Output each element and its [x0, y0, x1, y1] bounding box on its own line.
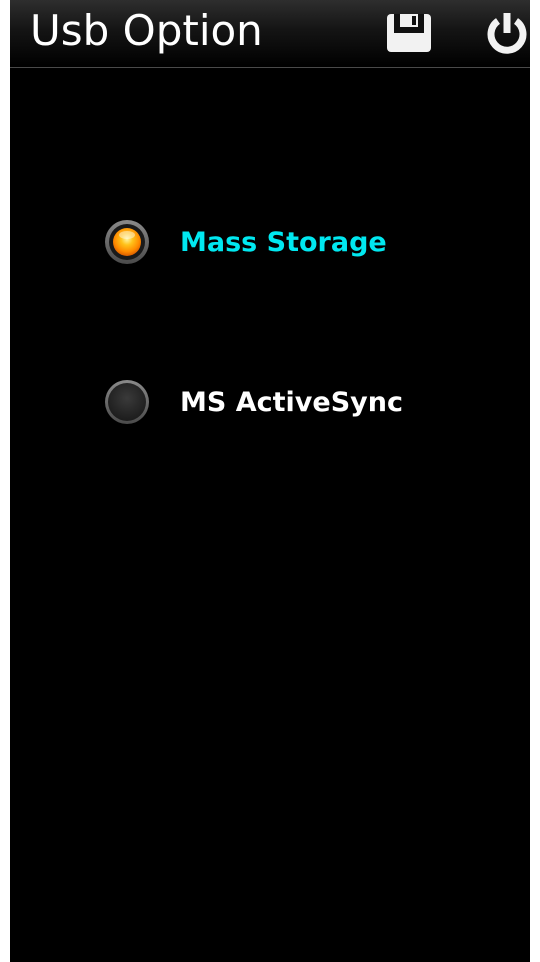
save-button[interactable] — [384, 8, 434, 58]
radio-option-mass-storage[interactable]: Mass Storage — [104, 216, 387, 268]
floppy-disk-icon — [387, 14, 431, 52]
radio-option-ms-activesync[interactable]: MS ActiveSync — [104, 376, 403, 428]
power-button[interactable] — [482, 8, 530, 58]
power-icon — [487, 13, 527, 54]
option-label-ms-activesync: MS ActiveSync — [180, 386, 403, 418]
option-label-mass-storage: Mass Storage — [180, 226, 387, 258]
usb-option-screen: Usb Option Mass Storage MS ActiveSync — [10, 0, 530, 962]
title-bar: Usb Option — [10, 0, 530, 68]
radio-unselected-icon — [105, 380, 149, 424]
page-title: Usb Option — [30, 6, 263, 55]
radio-selected-icon — [105, 220, 149, 264]
